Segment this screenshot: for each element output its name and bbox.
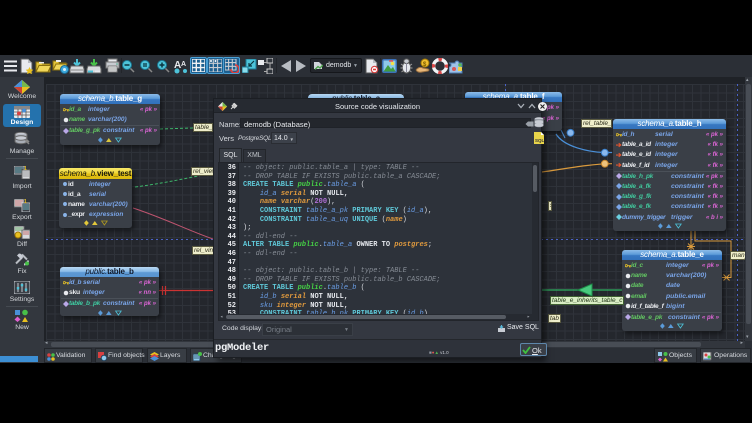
svg-text:1: 1 bbox=[24, 166, 27, 172]
svg-text:1: 1 bbox=[24, 199, 27, 205]
svg-text:A: A bbox=[181, 61, 186, 68]
svg-text:SQL: SQL bbox=[535, 138, 544, 143]
